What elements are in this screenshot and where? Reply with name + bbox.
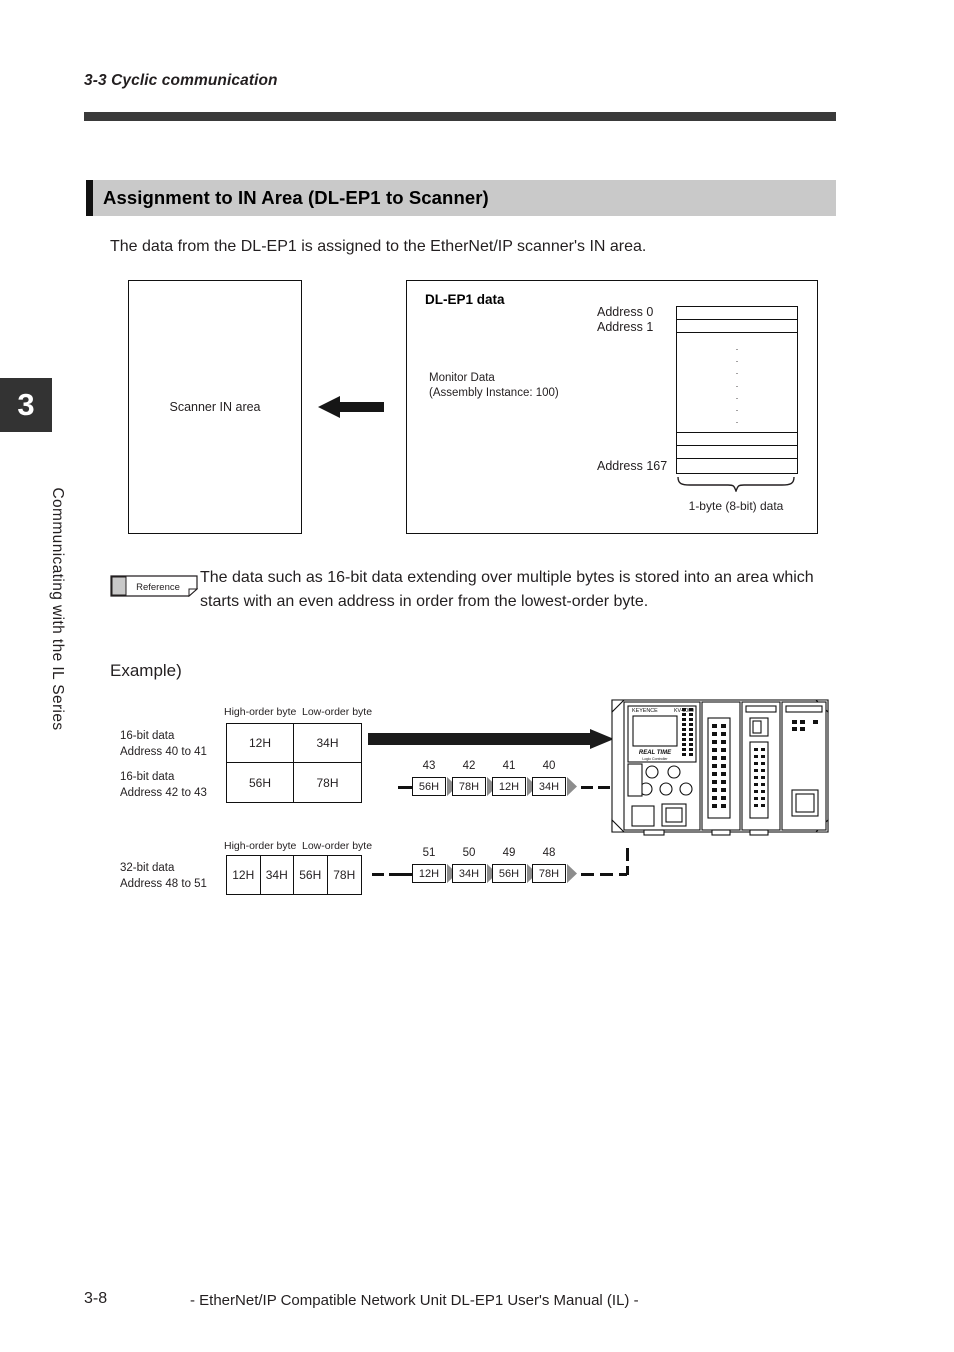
dlep1-data-title: DL-EP1 data [425, 292, 505, 307]
address-1-label: Address 1 [597, 320, 654, 334]
byte-width-brace-icon [677, 476, 795, 492]
row-label-32bit: 32-bit data Address 48 to 51 [120, 861, 207, 892]
stream-chevron-icon [567, 777, 577, 796]
section-accent-bar [86, 180, 93, 216]
scanner-in-area-box: Scanner IN area [128, 280, 302, 534]
example-heading: Example) [110, 661, 182, 680]
stream-address: 41 [502, 760, 516, 772]
table-cell: 78H [333, 868, 356, 882]
row-label-16bit-first: 16-bit data Address 40 to 41 [120, 729, 207, 760]
device-brand-label: KEYENCE [632, 708, 658, 714]
stream-address: 42 [462, 760, 476, 772]
monitor-data-line1: Monitor Data [429, 372, 495, 384]
device-display-line2: Logic Controller [642, 757, 668, 761]
memory-row [677, 433, 797, 446]
footer-page-number: 3-8 [84, 1290, 108, 1307]
memory-row [677, 320, 797, 333]
chapter-side-label: Communicating with the IL Series [49, 487, 66, 731]
memory-row [677, 307, 797, 320]
row-label-line1: 32-bit data [120, 862, 175, 874]
stream-lead-line [398, 873, 412, 876]
stream-dash [372, 873, 384, 876]
scanner-in-area-label: Scanner IN area [169, 400, 261, 414]
stream-byte: 56H [492, 864, 526, 883]
device-model-label: KV-5000 [674, 708, 694, 714]
stream-byte: 78H [452, 777, 486, 796]
stream-byte: 12H [492, 777, 526, 796]
assignment-arrow-icon [318, 396, 384, 418]
data-flow-arrow-icon [368, 729, 614, 749]
stream-dash-vertical [626, 866, 629, 875]
plc-unit-illustration: KEYENCE KV-5000 REAL TIME Logic Controll… [611, 699, 829, 836]
table-cell: 34H [294, 724, 361, 763]
stream-dash [581, 786, 593, 789]
stream-address: 48 [542, 847, 556, 859]
memory-map-column: ....... [676, 306, 798, 474]
memory-row [677, 459, 797, 472]
stream-address: 43 [422, 760, 436, 772]
row-label-line2: Address 42 to 43 [120, 786, 207, 799]
table-cell: 34H [261, 856, 294, 894]
table-cell: 12H [227, 724, 294, 763]
memory-row [677, 446, 797, 459]
low-order-byte-label-16: Low-order byte [302, 706, 373, 718]
header-rule [84, 112, 836, 121]
table-cell: 12H [227, 856, 261, 894]
high-order-byte-label-32: High-order byte [224, 840, 297, 852]
stream-byte: 34H [532, 777, 566, 796]
row-label-16bit-second: 16-bit data Address 42 to 43 [120, 770, 207, 801]
chapter-number: 3 [17, 387, 35, 422]
table-cell: 78H [316, 775, 339, 790]
stream-lead-line [398, 786, 412, 789]
address-0-label: Address 0 [597, 305, 654, 319]
address-167-label: Address 167 [597, 459, 668, 473]
stream-byte: 12H [412, 864, 446, 883]
table-16bit-data: 12H 34H 56H 78H [226, 723, 362, 803]
footer-manual-title: - EtherNet/IP Compatible Network Unit DL… [190, 1292, 639, 1309]
section-title-bar: Assignment to IN Area (DL-EP1 to Scanner… [86, 180, 836, 216]
stream-address: 49 [502, 847, 516, 859]
reference-badge-text: Reference [136, 582, 180, 593]
byte-stream-16bit: 43 42 41 40 56H 78H 12H 34H [398, 760, 598, 804]
memory-row-ellipsis: ....... [677, 333, 797, 433]
byte-stream-32bit: 51 50 49 48 12H 34H 56H 78H [398, 847, 598, 891]
stream-dash [600, 873, 613, 876]
reference-note-text: The data such as 16-bit data extending o… [200, 569, 814, 610]
section-intro-text: The data from the DL-EP1 is assigned to … [110, 238, 647, 255]
stream-address: 50 [462, 847, 476, 859]
high-order-byte-label-16: High-order byte [224, 706, 297, 718]
table-cell: 56H [227, 763, 294, 802]
monitor-data-label: Monitor Data (Assembly Instance: 100) [429, 371, 559, 401]
stream-chevron-icon [567, 864, 577, 883]
memory-ellipsis-dots: ....... [735, 342, 739, 426]
running-head: 3-3 Cyclic communication [84, 72, 278, 89]
low-order-byte-label-32: Low-order byte [302, 840, 373, 852]
byte-width-caption: 1-byte (8-bit) data [688, 499, 784, 513]
monitor-data-line2: (Assembly Instance: 100) [429, 387, 559, 400]
stream-address: 40 [542, 760, 556, 772]
row-label-line2: Address 40 to 41 [120, 745, 207, 758]
chapter-tab: 3 [0, 378, 52, 432]
stream-dash-vertical [626, 848, 629, 861]
stream-dash [581, 873, 594, 876]
manual-page: 3-3 Cyclic communication 3 Communicating… [0, 0, 954, 1352]
row-label-line1: 16-bit data [120, 771, 175, 783]
row-label-line1: 16-bit data [120, 730, 175, 742]
device-display-line1: REAL TIME [639, 750, 672, 756]
section-title: Assignment to IN Area (DL-EP1 to Scanner… [103, 187, 489, 208]
reference-badge: Reference [110, 575, 198, 597]
stream-byte: 56H [412, 777, 446, 796]
table-32bit-data: 12H 34H 56H 78H [226, 855, 362, 895]
row-label-line2: Address 48 to 51 [120, 877, 207, 890]
stream-byte: 34H [452, 864, 486, 883]
table-cell: 56H [294, 856, 328, 894]
stream-address: 51 [422, 847, 436, 859]
stream-byte: 78H [532, 864, 566, 883]
